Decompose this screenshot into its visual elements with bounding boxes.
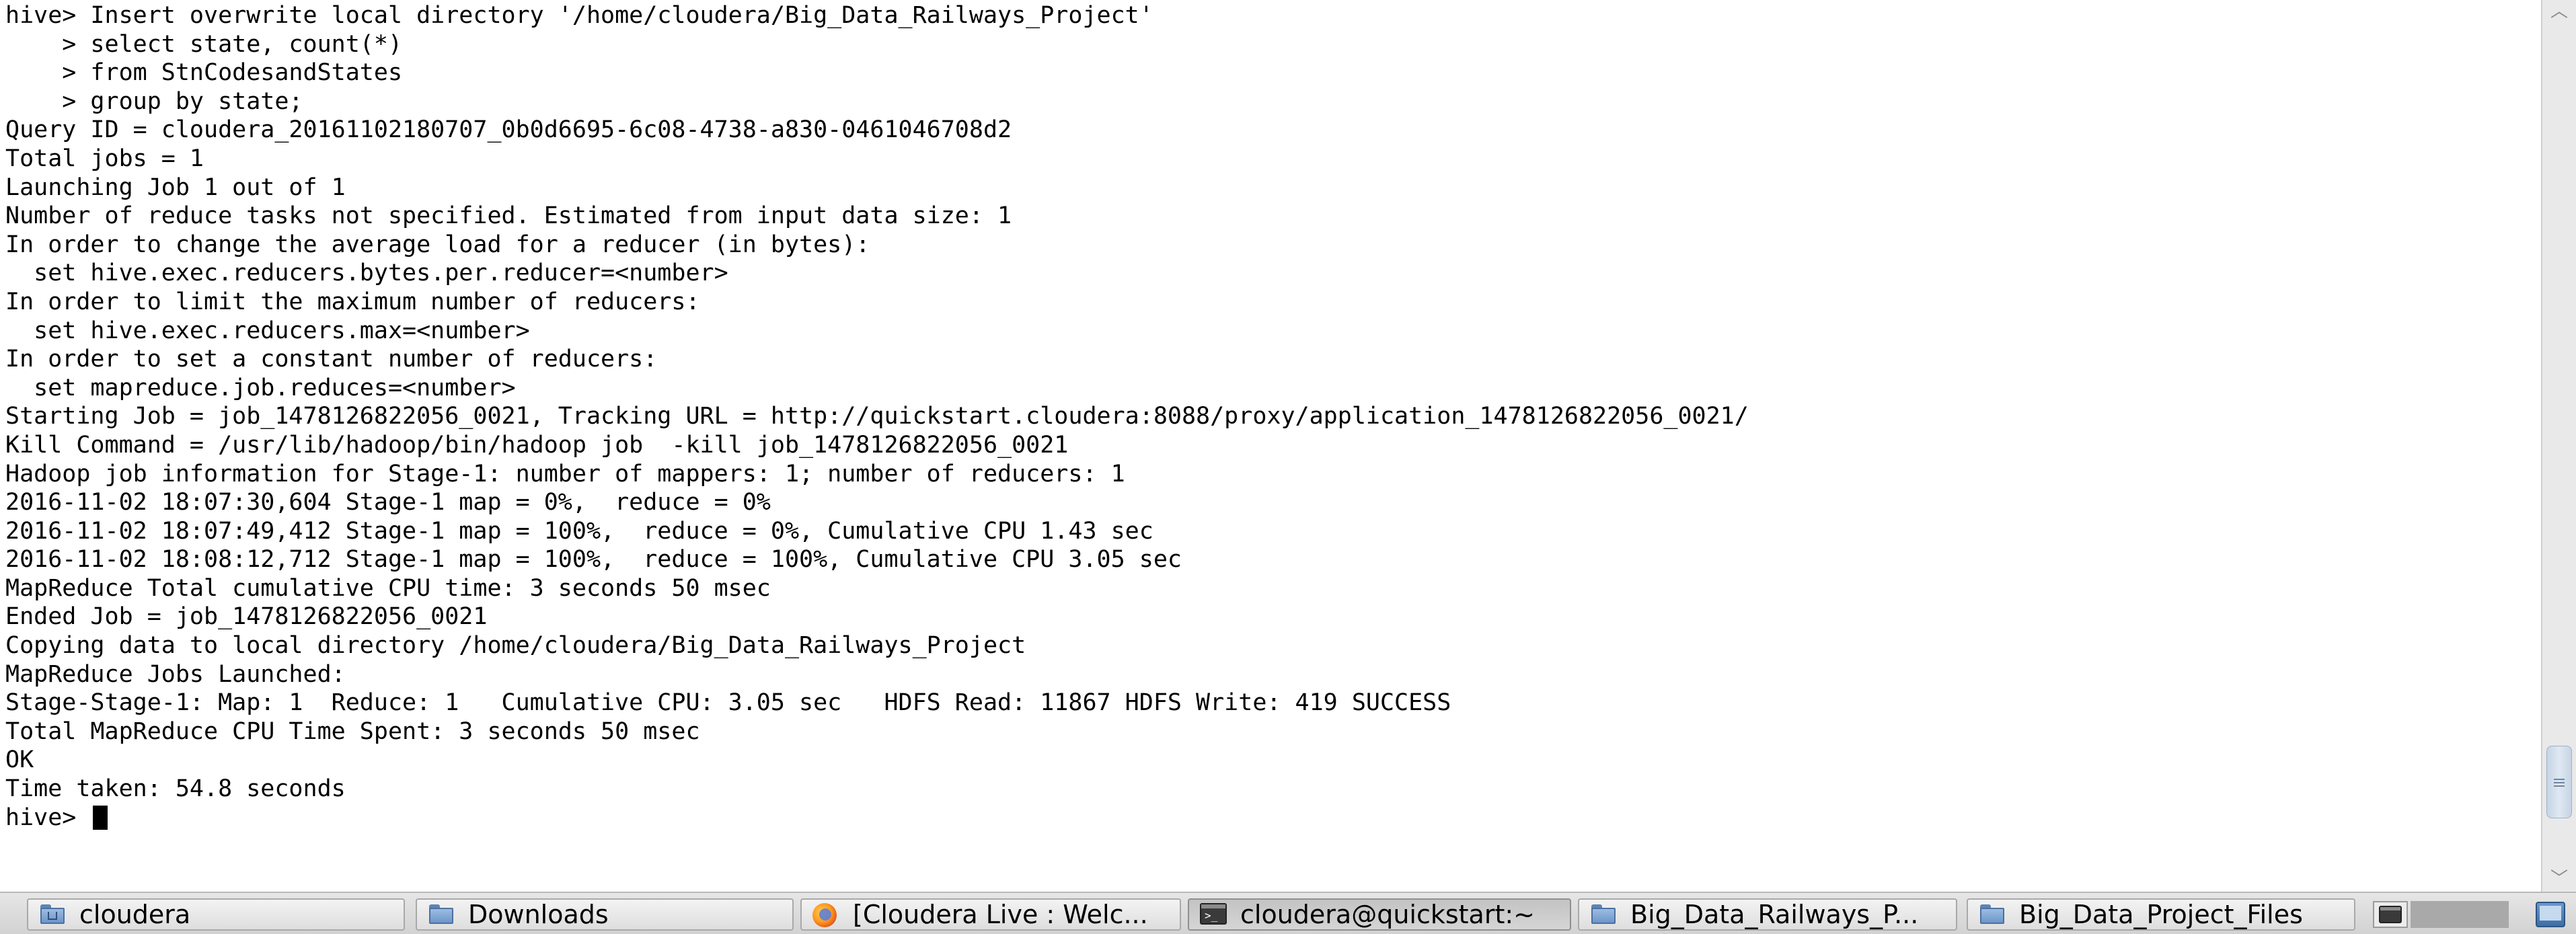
scroll-down-arrow-icon[interactable]: ﹀ [2546, 869, 2572, 889]
terminal-line: 2016-11-02 18:08:12,712 Stage-1 map = 10… [5, 546, 1182, 574]
terminal-line: In order to change the average load for … [5, 231, 870, 258]
terminal-cursor [93, 805, 108, 830]
terminal-line: Ended Job = job_1478126822056_0021 [5, 603, 488, 631]
terminal-line: Starting Job = job_1478126822056_0021, T… [5, 403, 1749, 430]
terminal-line: Number of reduce tasks not specified. Es… [5, 202, 1012, 230]
taskbar-item-label: Big_Data_Project_Files [2019, 900, 2303, 929]
folder-icon [1979, 903, 2006, 926]
terminal-line: MapReduce Total cumulative CPU time: 3 s… [5, 574, 771, 602]
terminal-icon [2379, 906, 2402, 923]
terminal-line: set hive.exec.reducers.max=<number> [5, 317, 530, 344]
terminal-line: > group by state; [5, 87, 303, 115]
taskbar-item-label: cloudera [79, 900, 191, 929]
taskbar-item-browser[interactable]: [Cloudera Live : Welc... [800, 898, 1181, 931]
terminal-line: 2016-11-02 18:07:49,412 Stage-1 map = 10… [5, 517, 1153, 545]
terminal-line: MapReduce Jobs Launched: [5, 660, 346, 688]
folder-icon [1590, 903, 1617, 926]
terminal-prompt-line[interactable]: hive> [5, 804, 1749, 832]
terminal-line: Total MapReduce CPU Time Spent: 3 second… [5, 717, 700, 745]
terminal-line: Time taken: 54.8 seconds [5, 775, 346, 803]
terminal-line: hive> Insert overwrite local directory '… [5, 2, 1153, 29]
terminal-line: Copying data to local directory /home/cl… [5, 632, 1026, 660]
taskbar-item-label: Downloads [468, 900, 609, 929]
taskbar-item-label: cloudera@quickstart:~ [1240, 900, 1536, 929]
taskbar-item-cloudera[interactable]: cloudera [27, 898, 405, 931]
taskbar-item-project-files[interactable]: Big_Data_Project_Files [1967, 898, 2355, 931]
terminal-line: 2016-11-02 18:07:30,604 Stage-1 map = 0%… [5, 489, 771, 516]
folder-icon [428, 903, 455, 926]
terminal-line: Launching Job 1 out of 1 [5, 173, 346, 201]
firefox-icon [812, 903, 839, 927]
terminal-line: > select state, count(*) [5, 30, 403, 58]
scroll-up-arrow-icon[interactable]: ︿ [2546, 1, 2572, 22]
terminal-line: > from StnCodesandStates [5, 59, 403, 87]
terminal-line: set hive.exec.reducers.bytes.per.reducer… [5, 260, 728, 287]
terminal-line: In order to set a constant number of red… [5, 346, 658, 373]
terminal-line: In order to limit the maximum number of … [5, 288, 700, 315]
terminal-line: OK [5, 746, 34, 774]
terminal-line: Hadoop job information for Stage-1: numb… [5, 460, 1125, 488]
show-desktop-button[interactable] [2533, 898, 2568, 931]
terminal-output: hive> Insert overwrite local directory '… [5, 1, 1749, 832]
workspace-switcher[interactable] [2411, 901, 2509, 928]
terminal-window[interactable]: hive> Insert overwrite local directory '… [0, 0, 2541, 892]
taskbar-item-label: [Cloudera Live : Welc... [853, 900, 1148, 929]
terminal-icon: >_ [1200, 903, 1227, 926]
terminal-prompt: hive> [5, 804, 91, 831]
taskbar: cloudera Downloads [Cloudera Live : Welc… [0, 892, 2576, 934]
terminal-line: Query ID = cloudera_20161102180707_0b0d6… [5, 116, 1012, 144]
scrollbar-grip-icon [2554, 779, 2565, 787]
taskbar-item-label: Big_Data_Railways_P... [1630, 900, 1919, 929]
taskbar-item-terminal[interactable]: >_ cloudera@quickstart:~ [1188, 898, 1571, 931]
taskbar-item-downloads[interactable]: Downloads [416, 898, 794, 931]
folder-home-icon [39, 903, 66, 926]
terminal-line: Total jobs = 1 [5, 145, 204, 172]
tray-terminal-launcher[interactable] [2373, 901, 2408, 928]
terminal-scrollbar[interactable]: ︿ ﹀ [2541, 0, 2576, 892]
scrollbar-thumb[interactable] [2546, 746, 2572, 818]
terminal-line: Kill Command = /usr/lib/hadoop/bin/hadoo… [5, 431, 1069, 459]
show-desktop-icon [2536, 902, 2565, 927]
terminal-line: set mapreduce.job.reduces=<number> [5, 374, 516, 401]
terminal-line: Stage-Stage-1: Map: 1 Reduce: 1 Cumulati… [5, 689, 1451, 717]
taskbar-item-railways-folder[interactable]: Big_Data_Railways_P... [1578, 898, 1957, 931]
